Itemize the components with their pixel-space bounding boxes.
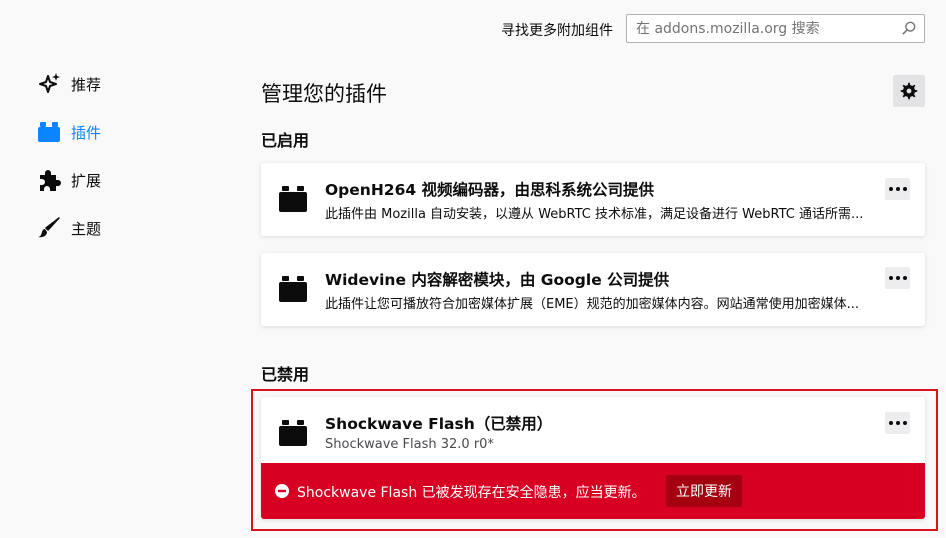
- plugin-card-shockwave-flash[interactable]: Shockwave Flash（已禁用） Shockwave Flash 32.…: [261, 397, 925, 519]
- update-now-button[interactable]: 立即更新: [666, 475, 742, 507]
- page-title: 管理您的插件: [261, 82, 387, 106]
- gear-icon: [900, 82, 918, 100]
- sparkle-icon: [36, 72, 62, 96]
- sidebar-item-label: 主题: [71, 219, 102, 238]
- sidebar-item-recommendations[interactable]: 推荐: [36, 72, 236, 96]
- search-box[interactable]: [626, 14, 925, 43]
- sidebar-item-label: 推荐: [71, 75, 102, 94]
- plugin-name: Widevine 内容解密模块，由 Google 公司提供: [325, 271, 670, 289]
- more-dots-icon: [888, 187, 907, 191]
- plugin-icon: [279, 420, 307, 446]
- top-bar: 寻找更多附加组件: [0, 14, 946, 44]
- sidebar-item-label: 扩展: [71, 171, 102, 190]
- plugin-description: 此插件让您可播放符合加密媒体扩展（EME）规范的加密媒体内容。网站通常使用加密媒…: [325, 297, 860, 312]
- more-options-button[interactable]: [885, 267, 910, 289]
- puzzle-icon: [36, 168, 62, 192]
- plugin-icon: [279, 276, 307, 302]
- more-options-button[interactable]: [885, 412, 910, 434]
- more-dots-icon: [888, 276, 907, 280]
- plugin-icon: [279, 186, 307, 212]
- brush-icon: [36, 216, 62, 240]
- tools-gear-button[interactable]: [893, 75, 925, 107]
- more-dots-icon: [888, 421, 907, 425]
- security-warning-banner: Shockwave Flash 已被发现存在安全隐患，应当更新。 立即更新: [261, 463, 925, 519]
- blocked-icon: [275, 484, 289, 498]
- sidebar-item-themes[interactable]: 主题: [36, 216, 236, 240]
- sidebar-item-plugins[interactable]: 插件: [36, 120, 236, 144]
- enabled-section-title: 已启用: [261, 131, 310, 150]
- sidebar: 推荐 插件 扩展 主题: [36, 72, 236, 264]
- warning-message: Shockwave Flash 已被发现存在安全隐患，应当更新。: [297, 485, 646, 501]
- plugin-name: OpenH264 视频编码器，由思科系统公司提供: [325, 181, 655, 199]
- plugin-icon: [36, 120, 62, 144]
- plugin-version: Shockwave Flash 32.0 r0*: [325, 437, 494, 452]
- disabled-section-title: 已禁用: [261, 365, 310, 384]
- plugin-card-widevine[interactable]: Widevine 内容解密模块，由 Google 公司提供 此插件让您可播放符合…: [261, 253, 925, 326]
- search-icon[interactable]: [902, 21, 916, 35]
- search-input[interactable]: [627, 15, 897, 42]
- sidebar-item-extensions[interactable]: 扩展: [36, 168, 236, 192]
- plugin-card-openh264[interactable]: OpenH264 视频编码器，由思科系统公司提供 此插件由 Mozilla 自动…: [261, 163, 925, 236]
- sidebar-item-label: 插件: [71, 123, 102, 142]
- find-more-addons-label: 寻找更多附加组件: [501, 23, 613, 39]
- plugin-description: 此插件由 Mozilla 自动安装，以遵从 WebRTC 技术标准，满足设备进行…: [325, 207, 864, 222]
- more-options-button[interactable]: [885, 178, 910, 200]
- plugin-name: Shockwave Flash（已禁用）: [325, 415, 553, 433]
